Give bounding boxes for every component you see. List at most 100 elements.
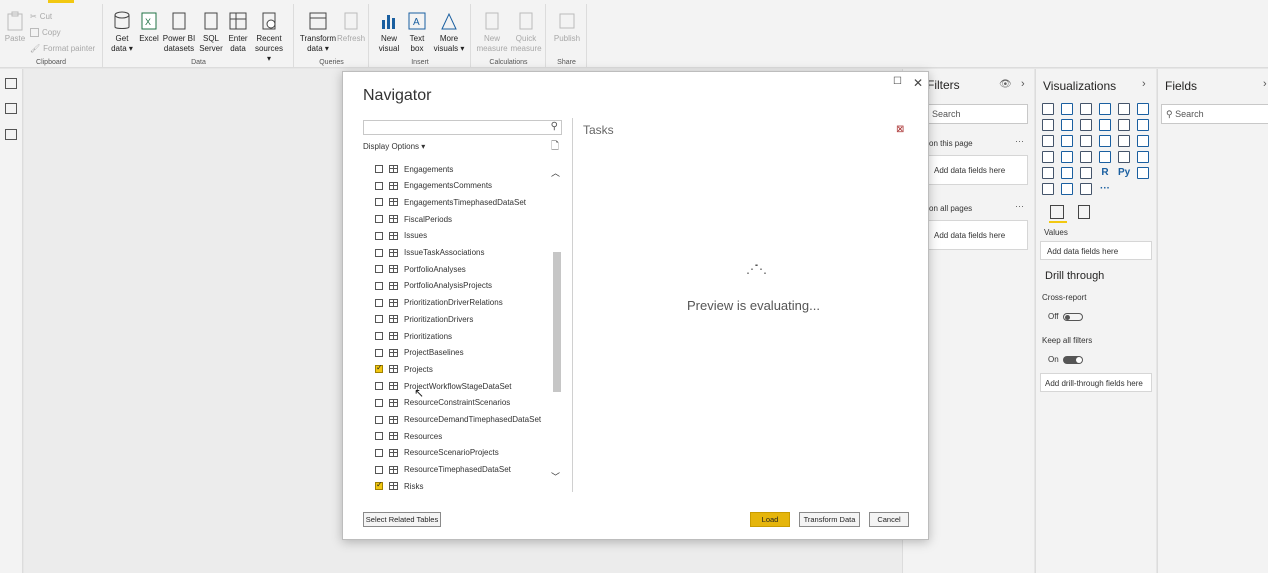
cut-button[interactable]: ✂ Cut	[30, 12, 52, 21]
card-icon[interactable]	[1118, 151, 1130, 163]
table-checkbox[interactable]	[375, 465, 383, 474]
navigator-table-row[interactable]: Resources	[375, 429, 442, 443]
new-visual-button[interactable]: New visual	[376, 10, 402, 54]
100-stacked-bar-chart-icon[interactable]	[1118, 103, 1130, 115]
paginated-report-icon[interactable]	[1080, 183, 1092, 195]
table-checkbox[interactable]	[375, 382, 383, 391]
transform-data-button[interactable]: Transform Data	[799, 512, 860, 527]
fields-search-input[interactable]: ⚲ Search	[1161, 104, 1268, 124]
chevron-right-icon[interactable]: ›	[1021, 78, 1025, 90]
quick-measure-button[interactable]: Quick measure	[510, 10, 542, 54]
scatter-chart-icon[interactable]	[1080, 135, 1092, 147]
navigator-table-row[interactable]: ResourceTimephasedDataSet	[375, 463, 511, 477]
refresh-file-icon[interactable]: 🗋	[551, 139, 559, 156]
table-checkbox[interactable]	[375, 181, 383, 190]
cancel-button[interactable]: Cancel	[869, 512, 909, 527]
filters-page-drop-zone[interactable]: Add data fields here	[925, 155, 1028, 185]
table-checkbox[interactable]	[375, 363, 383, 374]
format-paint-roller-icon[interactable]	[1078, 205, 1090, 219]
recent-sources-button[interactable]: Recent sources ▾	[252, 10, 286, 64]
table-checkbox[interactable]	[375, 198, 383, 207]
100-stacked-column-chart-icon[interactable]	[1137, 103, 1149, 115]
copy-button[interactable]: Copy	[30, 28, 61, 37]
table-visual-icon[interactable]	[1080, 167, 1092, 179]
navigator-table-row[interactable]: Projects	[375, 362, 433, 376]
navigator-table-row[interactable]: Issues	[375, 229, 427, 243]
sql-server-button[interactable]: SQL Server	[198, 10, 224, 54]
chevron-right-icon[interactable]: ›	[1263, 78, 1267, 90]
line-and-clustered-column-chart-icon[interactable]	[1118, 119, 1130, 131]
publish-button[interactable]: Publish	[551, 10, 583, 44]
table-checkbox[interactable]	[375, 448, 383, 457]
excel-button[interactable]: X Excel	[138, 10, 160, 44]
table-checkbox[interactable]	[375, 165, 383, 173]
table-checkbox[interactable]	[375, 231, 383, 240]
stacked-column-chart-icon[interactable]	[1061, 103, 1073, 115]
table-checkbox[interactable]	[375, 415, 383, 424]
navigator-table-row[interactable]: Prioritizations	[375, 329, 452, 343]
table-checkbox[interactable]	[375, 398, 383, 407]
keep-all-filters-toggle[interactable]	[1063, 356, 1083, 364]
kpi-icon[interactable]	[1042, 167, 1054, 179]
multi-row-card-icon[interactable]	[1137, 151, 1149, 163]
power-bi-datasets-button[interactable]: Power BI datasets	[162, 10, 196, 54]
funnel-chart-icon[interactable]	[1061, 135, 1073, 147]
chevron-right-icon[interactable]: ›	[1142, 78, 1146, 90]
donut-chart-icon[interactable]	[1118, 135, 1130, 147]
stacked-bar-chart-icon[interactable]	[1042, 103, 1054, 115]
navigator-table-row[interactable]: ResourceScenarioProjects	[375, 446, 499, 460]
navigator-table-row[interactable]: PortfolioAnalyses	[375, 262, 466, 276]
table-checkbox[interactable]	[375, 248, 383, 257]
shape-map-icon[interactable]	[1080, 151, 1092, 163]
python-visual-icon[interactable]: Py	[1118, 167, 1130, 179]
stacked-area-chart-icon[interactable]	[1080, 119, 1092, 131]
chevron-up-icon[interactable]: ︿	[551, 166, 560, 179]
filters-search-input[interactable]: Search	[925, 104, 1028, 124]
clustered-bar-chart-icon[interactable]	[1080, 103, 1092, 115]
report-view-icon[interactable]	[5, 78, 17, 89]
new-measure-button[interactable]: New measure	[476, 10, 508, 54]
navigator-search-input[interactable]: ⚲	[363, 120, 562, 135]
navigator-table-row[interactable]: ResourceDemandTimephasedDataSet	[375, 413, 541, 427]
clear-preview-icon[interactable]: ⊠	[896, 124, 904, 135]
more-options-icon[interactable]: ···	[1015, 201, 1024, 211]
ribbon-chart-icon[interactable]	[1137, 119, 1149, 131]
filled-map-icon[interactable]	[1061, 151, 1073, 163]
navigator-table-row[interactable]: PrioritizationDrivers	[375, 312, 473, 326]
display-options-dropdown[interactable]: Display Options ▾	[363, 142, 425, 151]
transform-data-button[interactable]: Transform data ▾	[299, 10, 337, 54]
table-checkbox[interactable]	[375, 298, 383, 307]
chevron-down-icon[interactable]: ﹀	[551, 470, 560, 483]
navigator-table-row[interactable]: EngagementsTimephasedDataSet	[375, 195, 526, 209]
enter-data-button[interactable]: Enter data	[226, 10, 250, 54]
slicer-icon[interactable]	[1061, 167, 1073, 179]
table-checkbox[interactable]	[375, 265, 383, 274]
qa-visual-icon[interactable]	[1042, 183, 1054, 195]
navigator-table-row[interactable]: FiscalPeriods	[375, 212, 452, 226]
cross-report-toggle[interactable]	[1063, 313, 1083, 321]
select-related-tables-button[interactable]: Select Related Tables	[363, 512, 441, 527]
drill-through-drop-zone[interactable]: Add drill-through fields here	[1040, 373, 1152, 392]
navigator-table-row[interactable]: IssueTaskAssociations	[375, 246, 484, 260]
values-drop-zone[interactable]: Add data fields here	[1040, 241, 1152, 260]
text-box-button[interactable]: A Text box	[404, 10, 430, 54]
more-visuals-button[interactable]: More visuals ▾	[432, 10, 466, 54]
refresh-button[interactable]: Refresh	[337, 10, 365, 44]
close-icon[interactable]: ✕	[913, 76, 923, 90]
treemap-icon[interactable]	[1137, 135, 1149, 147]
line-and-column-chart-icon[interactable]	[1099, 119, 1111, 131]
paste-button[interactable]: Paste	[4, 10, 26, 44]
clustered-column-chart-icon[interactable]	[1099, 103, 1111, 115]
table-checkbox[interactable]	[375, 215, 383, 224]
table-checkbox[interactable]	[375, 432, 383, 441]
navigator-table-row[interactable]: EngagementsComments	[375, 179, 492, 193]
navigator-table-row[interactable]: PortfolioAnalysisProjects	[375, 279, 492, 293]
pie-chart-icon[interactable]	[1099, 135, 1111, 147]
table-checkbox[interactable]	[375, 480, 383, 490]
fields-tab-icon[interactable]	[1050, 205, 1064, 219]
filters-all-pages-drop-zone[interactable]: Add data fields here	[925, 220, 1028, 250]
table-checkbox[interactable]	[375, 332, 383, 340]
navigator-table-row[interactable]: ResourceConstraintScenarios	[375, 396, 510, 410]
map-icon[interactable]	[1042, 151, 1054, 163]
waterfall-chart-icon[interactable]	[1042, 135, 1054, 147]
